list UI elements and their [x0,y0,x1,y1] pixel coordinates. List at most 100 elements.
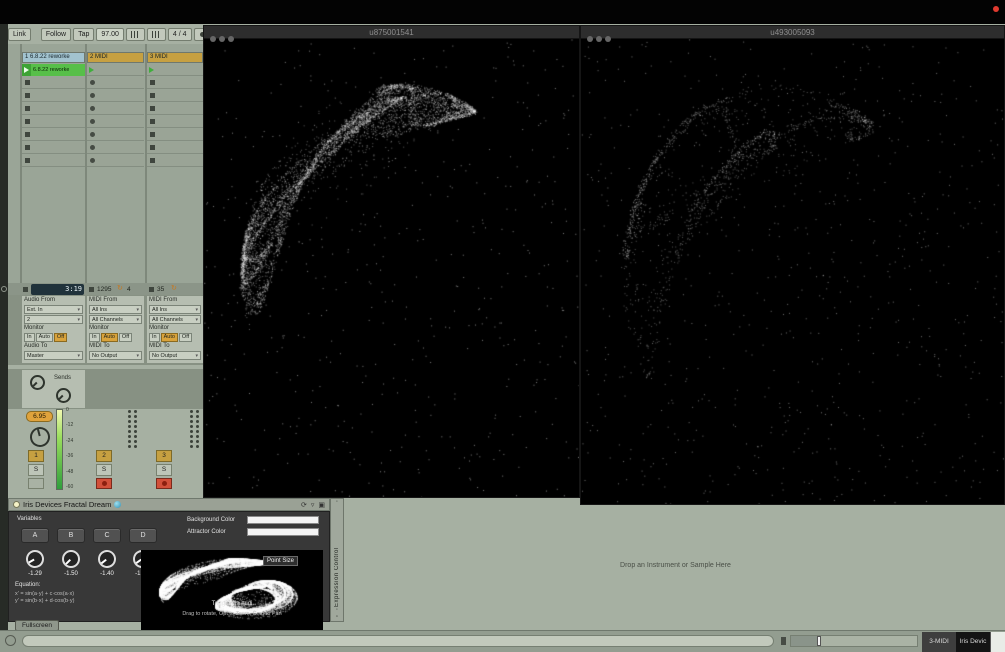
monitor-auto-button[interactable]: Auto [100,333,118,342]
tap-tempo-button[interactable]: Tap [73,28,95,41]
clip-slot-play[interactable] [87,64,144,76]
audio-from-select[interactable]: Ext. In ▾ [24,305,83,314]
track-volume-display[interactable]: 6.95 [26,411,53,422]
solo-button[interactable]: S [28,464,44,476]
jitter-window-1[interactable]: u875001541 [203,25,580,498]
clip-slot[interactable] [22,142,85,154]
monitor-off-button[interactable]: Off [53,333,68,342]
track-header-1[interactable]: 1 6.8.22 reworke [22,52,85,63]
clip-slot[interactable] [147,129,203,141]
clip-slot[interactable] [87,77,144,89]
strip-square-icon[interactable]: ▫ [336,614,338,621]
slider-handle[interactable] [817,636,821,646]
send-b-knob[interactable] [52,384,75,407]
track-number-tile[interactable]: 3 [156,450,172,462]
device-on-toggle[interactable] [13,501,20,508]
track-header-3[interactable]: 3 MIDI [147,52,203,63]
clip-slot[interactable] [87,90,144,102]
midi-from-select[interactable]: All Ins ▾ [149,305,201,314]
pan-knob[interactable] [27,424,53,450]
clip-slot[interactable] [87,103,144,115]
midi-to-select[interactable]: No Output ▾ [149,351,201,360]
send-a-knob[interactable] [26,371,49,394]
variable-a-button[interactable]: A [21,528,49,543]
clip-slot[interactable] [22,103,85,115]
divider-handle[interactable] [781,637,786,645]
clip-slot[interactable] [147,155,203,167]
tempo-display[interactable]: 97.00 [96,28,124,41]
clip-slot[interactable] [22,116,85,128]
midi-channel-select[interactable]: All Channels ▾ [149,315,201,324]
track-number-tile[interactable]: 2 [96,450,112,462]
link-button[interactable]: Link [8,28,31,41]
device-drop-area[interactable]: Drop an Instrument or Sample Here [346,506,1005,624]
clip-stop-button[interactable] [149,287,154,292]
monitor-in-button[interactable]: In [149,333,160,342]
strip-dot-icon[interactable]: ◦ [336,607,338,614]
zoom-slider[interactable] [790,635,918,647]
clip-slot[interactable] [147,116,203,128]
clip-slot[interactable] [87,116,144,128]
zoom-icon[interactable] [228,36,234,42]
particle-canvas[interactable] [204,39,579,497]
midi-from-select[interactable]: All Ins ▾ [89,305,142,314]
variable-b-button[interactable]: B [57,528,85,543]
clip-slot[interactable] [22,77,85,89]
device-titlebar[interactable]: Iris Devices Fractal Dream ⟳ ▿ ▣ [8,498,330,511]
hot-swap-icon[interactable]: ⟳ [301,501,307,509]
clip-slot[interactable] [147,103,203,115]
window-titlebar[interactable]: u493005093 [581,26,1004,42]
save-preset-icon[interactable]: ▿ [311,501,315,509]
window-titlebar[interactable]: u875001541 [204,26,579,42]
monitor-auto-button[interactable]: Auto [35,333,53,342]
monitor-off-button[interactable]: Off [118,333,133,342]
zoom-icon[interactable] [605,36,611,42]
play-circle-icon[interactable] [5,635,16,646]
solo-button[interactable]: S [96,464,112,476]
clip-slot[interactable] [147,77,203,89]
expression-control-strip[interactable]: ◦ Expression Control ◦ ▫ [330,498,344,622]
strip-circle-icon[interactable]: ◦ [336,499,338,506]
clip-slot[interactable] [22,90,85,102]
close-icon[interactable] [210,36,216,42]
status-input[interactable] [22,635,774,647]
minimize-icon[interactable] [596,36,602,42]
arm-record-button[interactable] [156,478,172,489]
clip-slot-play[interactable] [147,64,203,76]
clip-slot[interactable] [147,142,203,154]
point-size-field[interactable]: Point Size [263,556,299,566]
rail-circle-icon[interactable] [1,286,7,292]
monitor-in-button[interactable]: In [89,333,100,342]
audio-from-channel-select[interactable]: 2 ▾ [24,315,83,324]
close-icon[interactable] [587,36,593,42]
nudge-down-button[interactable] [125,28,145,41]
unfold-icon[interactable]: ▣ [318,501,325,509]
param-b-knob[interactable] [58,546,84,572]
monitor-in-button[interactable]: In [24,333,35,342]
clip-slot[interactable] [87,142,144,154]
tab-device[interactable]: Iris Devic [956,632,990,652]
clip-slot[interactable] [87,129,144,141]
param-a-knob[interactable] [22,546,48,572]
clip-stop-button[interactable] [89,287,94,292]
recording-indicator-icon[interactable] [993,6,999,12]
track-number-tile[interactable]: 1 [28,450,44,462]
minimize-icon[interactable] [219,36,225,42]
variable-c-button[interactable]: C [93,528,121,543]
monitor-off-button[interactable]: Off [178,333,193,342]
param-c-knob[interactable] [94,546,120,572]
monitor-auto-button[interactable]: Auto [160,333,178,342]
background-color-swatch[interactable] [247,516,319,524]
clip-slot[interactable] [87,155,144,167]
tab-track[interactable]: 3-MIDI [922,632,956,652]
jitter-window-2[interactable]: u493005093 [580,25,1005,505]
clip-slot[interactable] [22,155,85,167]
midi-to-select[interactable]: No Output ▾ [89,351,142,360]
arm-record-button[interactable] [96,478,112,489]
arm-button[interactable] [28,478,44,489]
clip-slot[interactable] [147,90,203,102]
midi-channel-select[interactable]: All Channels ▾ [89,315,142,324]
clip-stop-button[interactable] [23,287,28,292]
follow-button[interactable]: Follow [40,28,72,41]
clip-slot[interactable] [22,129,85,141]
